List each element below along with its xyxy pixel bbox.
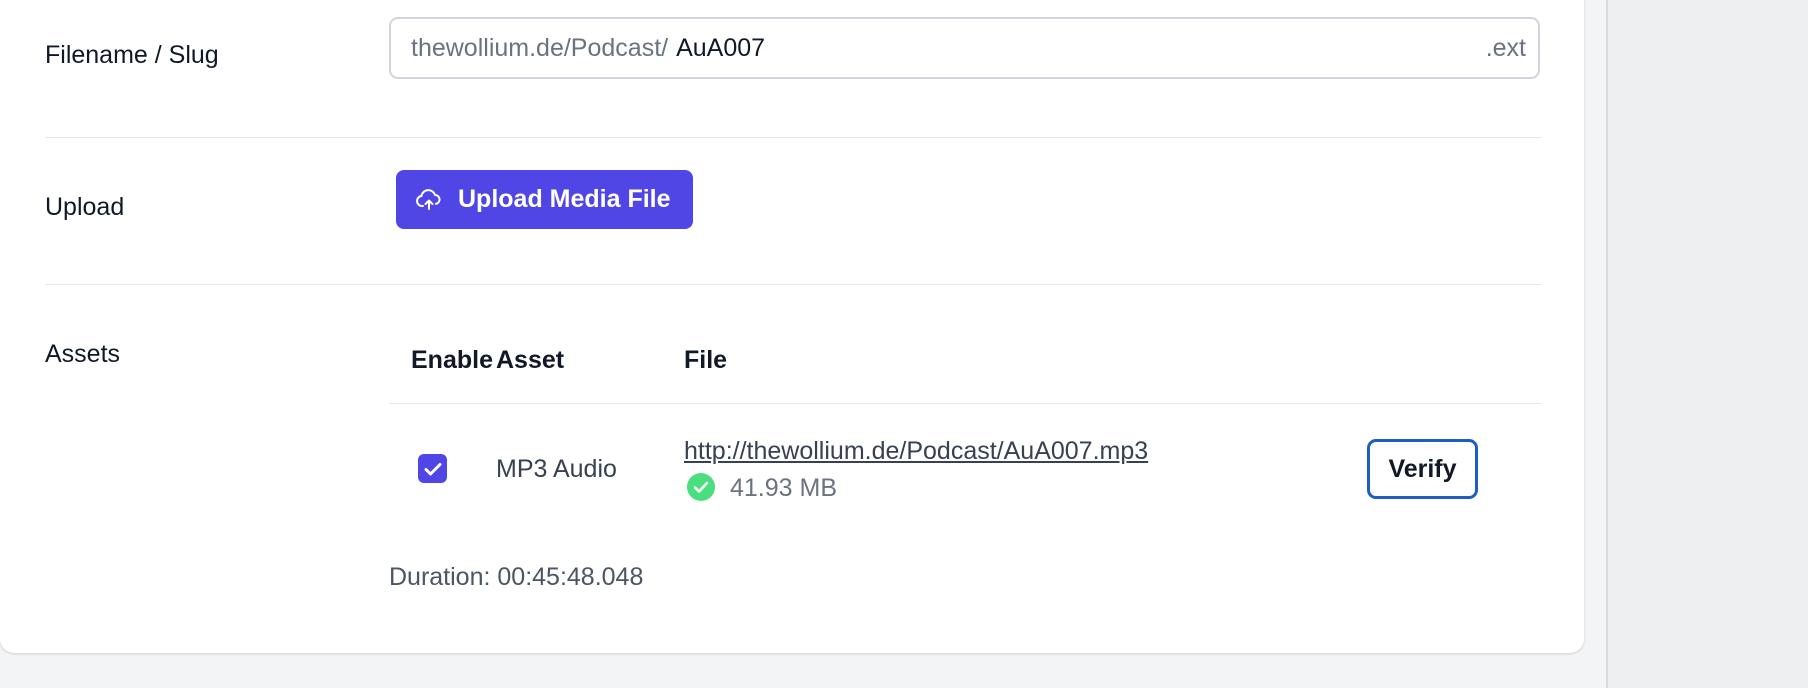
slug-prefix: thewollium.de/Podcast/ (411, 33, 669, 62)
divider (45, 284, 1542, 285)
slug-input[interactable]: thewollium.de/Podcast/ AuA007 .ext (389, 17, 1540, 79)
enable-asset-checkbox[interactable] (418, 454, 447, 483)
column-header-file: File (684, 346, 728, 374)
upload-button-label: Upload Media File (458, 185, 671, 213)
check-circle-icon (687, 473, 715, 501)
slug-label: Filename / Slug (45, 41, 219, 69)
assets-label: Assets (45, 340, 121, 368)
divider (45, 137, 1542, 138)
upload-label: Upload (45, 193, 125, 221)
verify-button[interactable]: Verify (1367, 439, 1478, 499)
slug-value[interactable]: AuA007 (676, 34, 1486, 63)
file-size: 41.93 MB (730, 474, 838, 502)
slug-suffix: .ext (1485, 33, 1526, 62)
upload-media-file-button[interactable]: Upload Media File (396, 170, 693, 229)
column-header-asset: Asset (496, 346, 565, 374)
page: Filename / Slug thewollium.de/Podcast/ A… (0, 0, 1808, 688)
episode-form-card: Filename / Slug thewollium.de/Podcast/ A… (0, 0, 1584, 653)
checkmark-icon (424, 462, 441, 475)
right-panel (1606, 0, 1808, 688)
file-url-link[interactable]: http://thewollium.de/Podcast/AuA007.mp3 (684, 437, 1148, 466)
duration-text: Duration: 00:45:48.048 (389, 563, 644, 591)
cloud-upload-icon (416, 188, 458, 211)
column-header-enable: Enable (411, 346, 493, 374)
table-divider (389, 403, 1542, 404)
asset-name: MP3 Audio (496, 455, 617, 483)
